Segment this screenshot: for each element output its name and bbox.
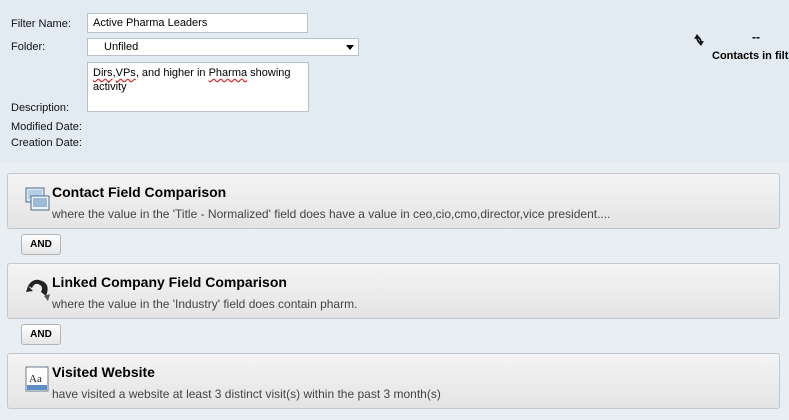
folder-label: Folder: bbox=[11, 41, 46, 53]
description-label: Description: bbox=[11, 102, 70, 114]
and-operator-button[interactable]: AND bbox=[21, 234, 61, 255]
creation-date-label: Creation Date: bbox=[11, 137, 82, 149]
linked-company-icon bbox=[26, 279, 50, 301]
visited-website-icon: Aa bbox=[25, 366, 49, 392]
criterion-visited-website[interactable]: Aa Visited Website have visited a websit… bbox=[7, 353, 780, 409]
description-textarea[interactable]: Dirs,VPs, and higher in Pharma showing a… bbox=[87, 62, 309, 112]
modified-date-label: Modified Date: bbox=[11, 121, 82, 133]
folder-select[interactable]: Unfiled bbox=[87, 38, 359, 56]
criterion-description: have visited a website at least 3 distin… bbox=[52, 387, 441, 401]
folder-select-value: Unfiled bbox=[104, 41, 139, 53]
criterion-title: Visited Website bbox=[52, 364, 155, 380]
chevron-down-icon[interactable] bbox=[346, 45, 354, 50]
filter-name-input[interactable]: Active Pharma Leaders bbox=[87, 13, 308, 33]
refresh-icon[interactable] bbox=[691, 32, 707, 48]
description-word: Pharma bbox=[208, 67, 248, 79]
contacts-in-filter-label: Contacts in filt bbox=[712, 50, 789, 62]
description-text: , and higher in bbox=[135, 67, 209, 79]
criterion-linked-company-field-comparison[interactable]: Linked Company Field Comparison where th… bbox=[7, 263, 780, 319]
filter-header-panel: Filter Name: Active Pharma Leaders Folde… bbox=[0, 0, 789, 162]
filter-name-label: Filter Name: bbox=[11, 18, 71, 30]
and-operator-button[interactable]: AND bbox=[21, 324, 61, 345]
criterion-description: where the value in the 'Title - Normaliz… bbox=[52, 207, 611, 221]
criterion-contact-field-comparison[interactable]: Contact Field Comparison where the value… bbox=[7, 173, 780, 229]
criterion-title: Linked Company Field Comparison bbox=[52, 274, 287, 290]
description-word: Dirs bbox=[93, 67, 113, 79]
contacts-count: -- bbox=[752, 30, 760, 44]
criterion-description: where the value in the 'Industry' field … bbox=[52, 297, 358, 311]
svg-text:Aa: Aa bbox=[29, 373, 42, 385]
description-word: VPs bbox=[115, 67, 136, 79]
contact-field-icon bbox=[25, 187, 50, 211]
criterion-title: Contact Field Comparison bbox=[52, 184, 227, 200]
